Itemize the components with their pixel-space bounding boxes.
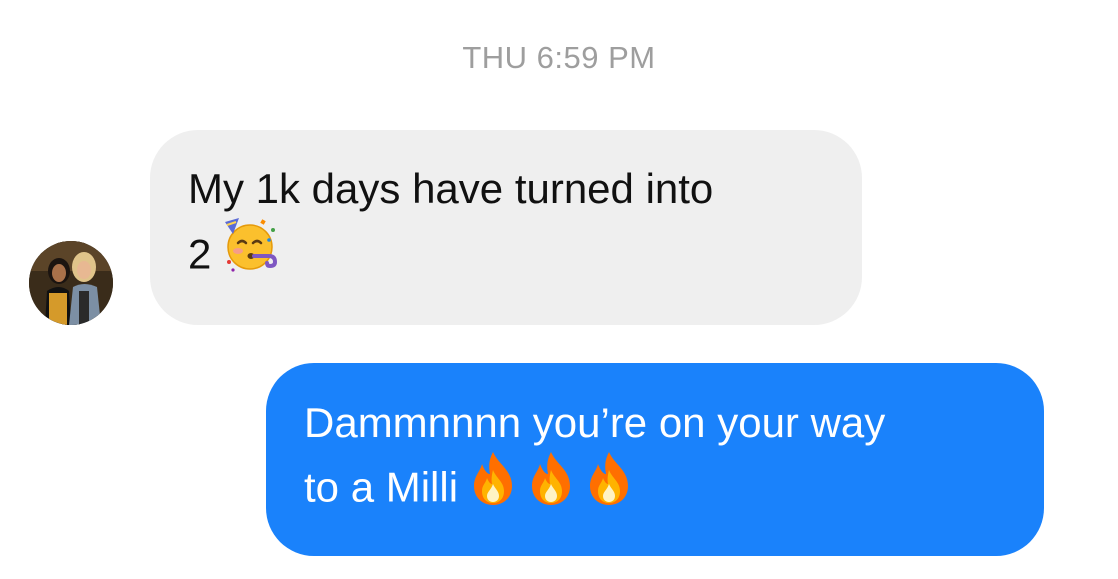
message-text-line: Dammnnnn you’re on your way [304,399,886,446]
contact-avatar[interactable] [29,241,113,325]
message-text-line: to a Milli [304,452,1006,527]
message-text-fragment: 2 [188,230,212,278]
fire-emoji-icon [468,450,518,523]
message-text-fragment: to a Milli [304,463,459,511]
chat-timestamp: THU 6:59 PM [462,40,656,75]
message-text-line: 2 [188,218,824,295]
message-text-line: My 1k days have turned into [188,165,714,212]
message-bubble-incoming[interactable]: My 1k days have turned into 2 [150,130,862,325]
message-bubble-outgoing[interactable]: Dammnnnn you’re on your way to a Milli [266,363,1044,556]
fire-emoji-icon [584,450,634,523]
fire-emoji-icon [526,450,576,523]
partying-face-emoji-icon [221,216,279,291]
